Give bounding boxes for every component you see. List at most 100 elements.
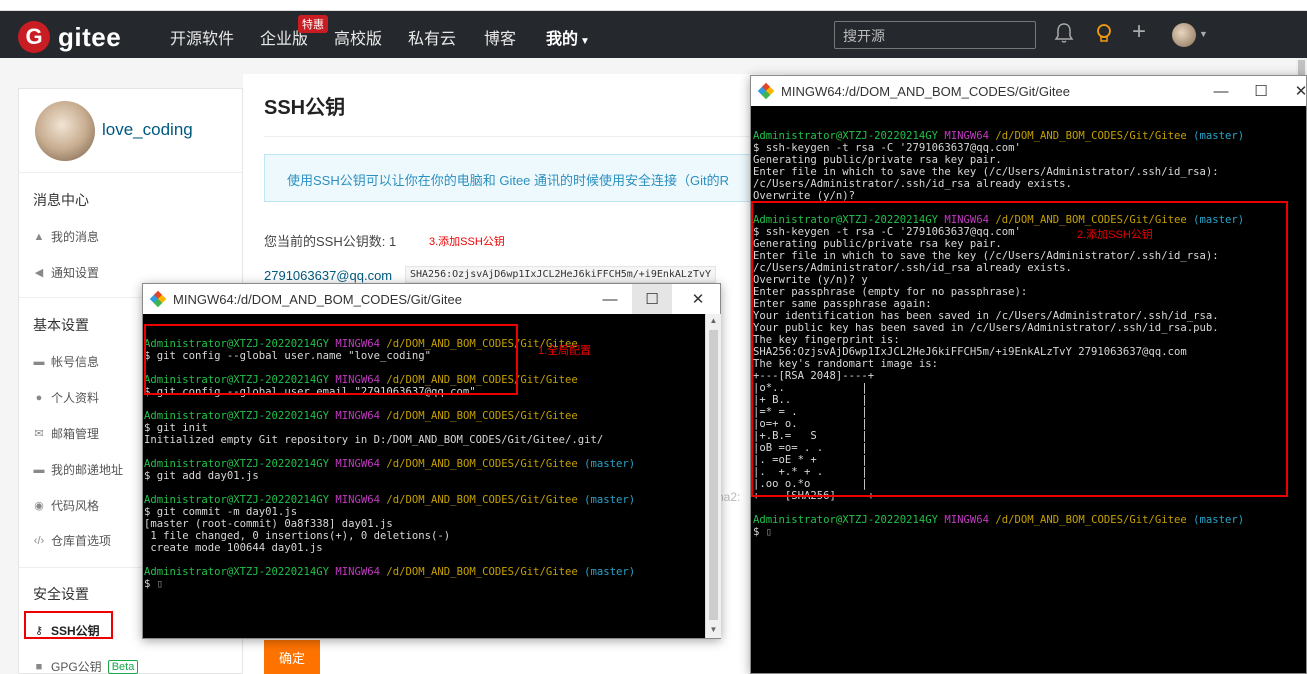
terminal-line: $ git commit -m day01.js	[144, 506, 298, 518]
terminal-line: $ git add day01.js	[144, 470, 259, 482]
scroll-up-icon[interactable]: ▲	[706, 316, 721, 325]
sidebar-item-label: 个人资料	[51, 391, 100, 405]
divider	[264, 136, 764, 137]
gitee-logo-icon: G	[18, 21, 50, 53]
terminal-window-right[interactable]: MINGW64:/d/DOM_AND_BOM_CODES/Git/Gitee —…	[750, 75, 1307, 674]
sidebar-item-label: 邮箱管理	[51, 427, 100, 441]
avatar[interactable]	[1172, 23, 1196, 47]
info-alert: 使用SSH公钥可以让你在你的电脑和 Gitee 通讯的时候使用安全连接（Git的…	[264, 154, 784, 202]
ssh-key-fingerprint: SHA256:OzjsvAjD6wp1IxJCL2HeJ6kiFFCH5m/+i…	[405, 266, 717, 283]
sidebar-item-gpg-keys[interactable]: ■ GPG公钥 Beta	[33, 658, 139, 674]
gitee-logo[interactable]: G gitee	[18, 21, 121, 53]
envelope-icon: ✉	[34, 428, 44, 440]
terminal-title: MINGW64:/d/DOM_AND_BOM_CODES/Git/Gitee	[781, 83, 1070, 99]
terminal-titlebar[interactable]: MINGW64:/d/DOM_AND_BOM_CODES/Git/Gitee —…	[143, 284, 720, 314]
terminal-titlebar[interactable]: MINGW64:/d/DOM_AND_BOM_CODES/Git/Gitee —…	[751, 76, 1307, 106]
terminal-line: 1 file changed, 0 insertions(+), 0 delet…	[144, 530, 451, 542]
sidebar-item-ssh-keys[interactable]: ⚷ SSH公钥	[33, 622, 100, 639]
terminal-line: /c/Users/Administrator/.ssh/id_rsa alrea…	[753, 178, 1072, 190]
nav-university[interactable]: 高校版	[334, 25, 382, 49]
avatar[interactable]	[35, 101, 95, 161]
terminal-line: Generating public/private rsa key pair.	[753, 154, 1002, 166]
sidebar-item-email[interactable]: ✉ 邮箱管理	[33, 425, 99, 442]
beta-badge: Beta	[107, 659, 139, 674]
terminal-title: MINGW64:/d/DOM_AND_BOM_CODES/Git/Gitee	[173, 291, 462, 307]
nav-blog[interactable]: 博客	[484, 25, 516, 49]
speaker-icon: ◀	[34, 267, 44, 279]
maximize-button[interactable]: ☐	[632, 284, 672, 314]
code-icon: ‹/›	[33, 534, 45, 547]
address-card-icon: ▬	[33, 463, 45, 476]
palette-icon: ◉	[34, 500, 44, 512]
prompt-line: Administrator@XTZJ-20220214GY MINGW64 /d…	[144, 410, 578, 422]
page-title: SSH公钥	[264, 97, 346, 119]
sidebar-item-label: 代码风格	[51, 499, 100, 513]
terminal-prompt[interactable]: $ ▯	[753, 526, 1244, 538]
terminal-window-left[interactable]: MINGW64:/d/DOM_AND_BOM_CODES/Git/Gitee —…	[142, 283, 721, 639]
chevron-down-icon[interactable]: ▼	[1199, 29, 1208, 39]
minimize-button[interactable]: —	[590, 284, 630, 314]
plus-icon[interactable]: +	[1132, 18, 1146, 46]
terminal-line: $ ssh-keygen -t rsa -C '2791063637@qq.co…	[753, 142, 1021, 154]
section-security: 安全设置	[33, 586, 89, 602]
nav-mine[interactable]: 我的 ▼	[546, 25, 590, 49]
sidebar-item-label: SSH公钥	[51, 624, 100, 638]
annotation-add-ssh: 3.添加SSH公钥	[429, 236, 505, 248]
ssh-key-title[interactable]: 2791063637@qq.com	[264, 268, 392, 283]
terminal-line: $ git init	[144, 422, 208, 434]
sidebar-item-repo-prefs[interactable]: ‹/› 仓库首选项	[33, 532, 111, 549]
gitee-logo-text: gitee	[58, 21, 122, 52]
maximize-button[interactable]: ☐	[1241, 76, 1281, 106]
terminal-scrollbar-thumb[interactable]	[709, 330, 718, 620]
scroll-down-icon[interactable]: ▼	[706, 625, 721, 634]
annotation-global-config: 1.全局配置	[538, 345, 592, 357]
user-icon: ●	[35, 391, 43, 404]
annotation-keygen: 2.添加SSH公钥	[1077, 229, 1153, 241]
terminal-line: Enter file in which to save the key (/c/…	[753, 166, 1219, 178]
bell-icon: ▲	[33, 230, 45, 243]
hot-badge: 特惠	[298, 15, 328, 33]
git-bash-icon	[149, 290, 167, 308]
ssh-key-count: 您当前的SSH公钥数: 1	[264, 234, 397, 249]
minimize-button[interactable]: —	[1201, 76, 1241, 106]
sidebar-item-my-messages[interactable]: ▲ 我的消息	[33, 228, 99, 245]
sidebar-item-address[interactable]: ▬ 我的邮递地址	[33, 461, 124, 478]
sidebar-item-notify-settings[interactable]: ◀ 通知设置	[33, 264, 99, 281]
sidebar-item-label: 通知设置	[51, 266, 100, 280]
sidebar-item-label: GPG公钥	[51, 660, 102, 674]
profile-card: love_coding	[19, 89, 242, 173]
annotation-box-global-config	[144, 324, 518, 395]
nav-mine-label: 我的	[546, 31, 579, 48]
browser-top-strip	[0, 0, 1307, 11]
terminal-line: [master (root-commit) 0a8f338] day01.js	[144, 518, 393, 530]
search-input[interactable]: 搜开源	[834, 21, 1036, 49]
chevron-down-icon: ▼	[580, 36, 590, 47]
close-button[interactable]: ✕	[1281, 76, 1307, 106]
sidebar-item-label: 我的邮递地址	[51, 463, 124, 477]
sidebar-item-code-style[interactable]: ◉ 代码风格	[33, 497, 99, 514]
terminal-line: create mode 100644 day01.js	[144, 542, 323, 554]
lock-icon: ■	[35, 660, 43, 673]
sidebar-item-label: 仓库首选项	[51, 534, 112, 548]
prompt-line: Administrator@XTZJ-20220214GY MINGW64 /d…	[144, 458, 636, 470]
git-bash-icon	[757, 82, 775, 100]
nav-opensource[interactable]: 开源软件	[170, 25, 234, 49]
username[interactable]: love_coding	[102, 120, 193, 140]
bell-icon[interactable]	[1054, 22, 1074, 50]
key-icon: ⚷	[34, 625, 44, 637]
confirm-button[interactable]: 确定	[264, 640, 320, 674]
sidebar-item-label: 帐号信息	[51, 355, 100, 369]
nav-private-cloud[interactable]: 私有云	[408, 25, 456, 49]
prompt-line: Administrator@XTZJ-20220214GY MINGW64 /d…	[144, 566, 636, 578]
lightbulb-icon[interactable]	[1094, 22, 1114, 50]
terminal-prompt[interactable]: $ ▯	[144, 578, 635, 590]
terminal-scrollbar[interactable]: ▲ ▼	[705, 314, 721, 638]
id-card-icon: ▬	[33, 355, 45, 368]
annotation-box-keygen	[751, 201, 1288, 497]
close-button[interactable]: ✕	[678, 284, 718, 314]
top-navbar: G gitee 开源软件 企业版 特惠 高校版 私有云 博客 我的 ▼ 搜开源 +…	[0, 11, 1307, 58]
sidebar-item-account[interactable]: ▬ 帐号信息	[33, 353, 100, 370]
section-messages: 消息中心	[33, 192, 89, 208]
section-basic: 基本设置	[33, 317, 89, 333]
sidebar-item-profile[interactable]: ● 个人资料	[33, 389, 99, 406]
